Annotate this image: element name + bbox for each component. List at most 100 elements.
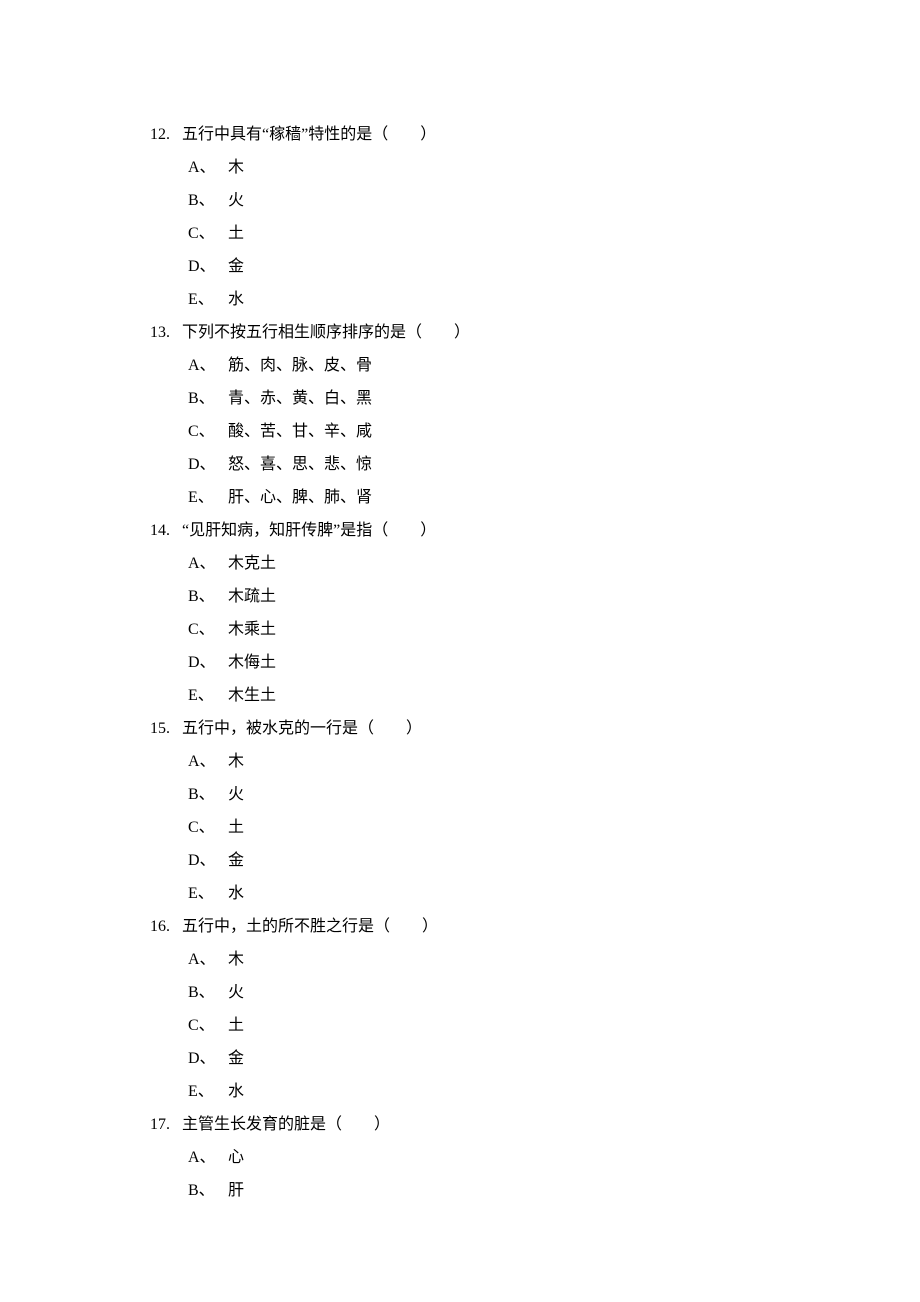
- question-number: 17.: [150, 1117, 182, 1133]
- option-label: A、: [188, 556, 228, 572]
- option-label: A、: [188, 358, 228, 374]
- option-a: A、木: [188, 745, 920, 778]
- option-label: E、: [188, 688, 228, 704]
- option-text: 木: [228, 160, 244, 176]
- option-label: C、: [188, 226, 228, 242]
- option-text: 水: [228, 1084, 244, 1100]
- option-c: C、土: [188, 217, 920, 250]
- question-14: 14. “见肝知病，知肝传脾”是指（ ） A、木克土 B、木疏土 C、木乘土 D…: [150, 514, 920, 712]
- option-d: D、怒、喜、思、悲、惊: [188, 448, 920, 481]
- option-text: 土: [228, 226, 244, 242]
- question-number: 12.: [150, 127, 182, 143]
- option-c: C、木乘土: [188, 613, 920, 646]
- option-label: B、: [188, 1183, 228, 1199]
- option-label: E、: [188, 886, 228, 902]
- option-label: B、: [188, 193, 228, 209]
- option-label: A、: [188, 160, 228, 176]
- option-b: B、木疏土: [188, 580, 920, 613]
- option-text: 筋、肉、脉、皮、骨: [228, 358, 372, 374]
- option-text: 酸、苦、甘、辛、咸: [228, 424, 372, 440]
- option-a: A、筋、肉、脉、皮、骨: [188, 349, 920, 382]
- question-17: 17. 主管生长发育的脏是（ ） A、心 B、肝: [150, 1108, 920, 1207]
- question-13: 13. 下列不按五行相生顺序排序的是（ ） A、筋、肉、脉、皮、骨 B、青、赤、…: [150, 316, 920, 514]
- option-label: D、: [188, 1051, 228, 1067]
- option-label: C、: [188, 1018, 228, 1034]
- option-text: 木: [228, 754, 244, 770]
- option-text: 青、赤、黄、白、黑: [228, 391, 372, 407]
- question-stem: 15. 五行中，被水克的一行是（ ）: [150, 712, 920, 745]
- option-b: B、火: [188, 184, 920, 217]
- question-16: 16. 五行中，土的所不胜之行是（ ） A、木 B、火 C、土 D、金 E、水: [150, 910, 920, 1108]
- option-c: C、酸、苦、甘、辛、咸: [188, 415, 920, 448]
- option-text: 木疏土: [228, 589, 276, 605]
- option-text: 怒、喜、思、悲、惊: [228, 457, 372, 473]
- question-15: 15. 五行中，被水克的一行是（ ） A、木 B、火 C、土 D、金 E、水: [150, 712, 920, 910]
- option-a: A、心: [188, 1141, 920, 1174]
- question-stem: 12. 五行中具有“稼穑”特性的是（ ）: [150, 118, 920, 151]
- option-label: B、: [188, 589, 228, 605]
- option-label: C、: [188, 622, 228, 638]
- question-stem: 14. “见肝知病，知肝传脾”是指（ ）: [150, 514, 920, 547]
- option-b: B、肝: [188, 1174, 920, 1207]
- option-label: C、: [188, 424, 228, 440]
- question-stem: 17. 主管生长发育的脏是（ ）: [150, 1108, 920, 1141]
- option-text: 木: [228, 952, 244, 968]
- question-text: 主管生长发育的脏是（ ）: [182, 1117, 390, 1133]
- option-text: 木克土: [228, 556, 276, 572]
- option-e: E、木生土: [188, 679, 920, 712]
- option-label: A、: [188, 1150, 228, 1166]
- question-number: 14.: [150, 523, 182, 539]
- option-text: 肝、心、脾、肺、肾: [228, 490, 372, 506]
- option-list: A、木 B、火 C、土 D、金 E、水: [150, 151, 920, 316]
- question-text: “见肝知病，知肝传脾”是指（ ）: [182, 523, 436, 539]
- option-text: 木乘土: [228, 622, 276, 638]
- option-text: 木侮土: [228, 655, 276, 671]
- option-e: E、水: [188, 283, 920, 316]
- option-label: C、: [188, 820, 228, 836]
- option-text: 水: [228, 886, 244, 902]
- option-d: D、木侮土: [188, 646, 920, 679]
- option-label: D、: [188, 853, 228, 869]
- question-number: 13.: [150, 325, 182, 341]
- option-b: B、火: [188, 976, 920, 1009]
- option-c: C、土: [188, 1009, 920, 1042]
- option-c: C、土: [188, 811, 920, 844]
- question-text: 五行中，被水克的一行是（ ）: [182, 721, 422, 737]
- option-list: A、木 B、火 C、土 D、金 E、水: [150, 943, 920, 1108]
- option-text: 肝: [228, 1183, 244, 1199]
- option-a: A、木: [188, 151, 920, 184]
- option-label: A、: [188, 952, 228, 968]
- question-stem: 16. 五行中，土的所不胜之行是（ ）: [150, 910, 920, 943]
- option-d: D、金: [188, 250, 920, 283]
- question-number: 16.: [150, 919, 182, 935]
- exam-page: 12. 五行中具有“稼穑”特性的是（ ） A、木 B、火 C、土 D、金 E、水…: [0, 0, 920, 1302]
- option-list: A、木 B、火 C、土 D、金 E、水: [150, 745, 920, 910]
- option-text: 火: [228, 193, 244, 209]
- option-label: B、: [188, 787, 228, 803]
- option-label: E、: [188, 490, 228, 506]
- option-text: 火: [228, 787, 244, 803]
- question-text: 下列不按五行相生顺序排序的是（ ）: [182, 325, 470, 341]
- option-list: A、心 B、肝: [150, 1141, 920, 1207]
- question-12: 12. 五行中具有“稼穑”特性的是（ ） A、木 B、火 C、土 D、金 E、水: [150, 118, 920, 316]
- option-text: 土: [228, 820, 244, 836]
- question-stem: 13. 下列不按五行相生顺序排序的是（ ）: [150, 316, 920, 349]
- option-label: D、: [188, 259, 228, 275]
- option-b: B、火: [188, 778, 920, 811]
- option-b: B、青、赤、黄、白、黑: [188, 382, 920, 415]
- option-d: D、金: [188, 1042, 920, 1075]
- option-a: A、木克土: [188, 547, 920, 580]
- option-d: D、金: [188, 844, 920, 877]
- option-list: A、筋、肉、脉、皮、骨 B、青、赤、黄、白、黑 C、酸、苦、甘、辛、咸 D、怒、…: [150, 349, 920, 514]
- option-text: 木生土: [228, 688, 276, 704]
- option-label: E、: [188, 1084, 228, 1100]
- option-text: 心: [228, 1150, 244, 1166]
- option-text: 水: [228, 292, 244, 308]
- option-label: E、: [188, 292, 228, 308]
- option-text: 金: [228, 1051, 244, 1067]
- option-label: B、: [188, 985, 228, 1001]
- option-label: A、: [188, 754, 228, 770]
- option-label: D、: [188, 655, 228, 671]
- option-text: 金: [228, 853, 244, 869]
- option-label: D、: [188, 457, 228, 473]
